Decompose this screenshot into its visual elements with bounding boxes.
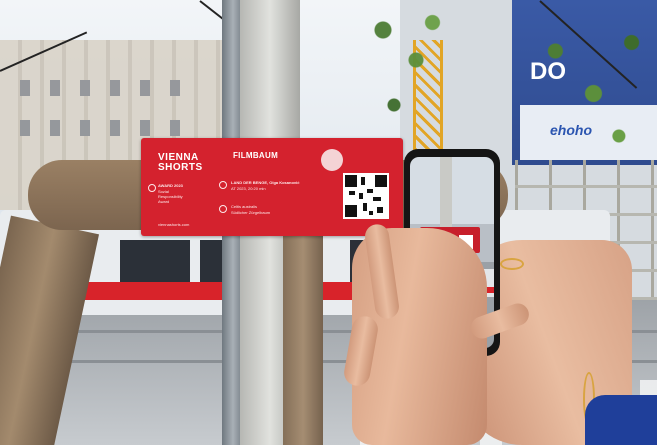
info-sign: VIENNA SHORTS FILMBAUM AWARD 2023 Sozial… — [141, 138, 403, 236]
qr-code — [343, 173, 389, 219]
award-label: AWARD 2023 — [158, 183, 183, 188]
leaf-icon — [219, 205, 227, 213]
film-title: LAND DER BENGE, Olga Kosanović — [231, 180, 300, 185]
award-icon — [148, 184, 156, 192]
ring — [500, 258, 524, 270]
wooden-stake — [283, 235, 323, 445]
award-detail: Award — [158, 199, 170, 204]
vienna-shorts-logo: VIENNA SHORTS — [158, 152, 203, 173]
tree-leaves — [350, 0, 460, 150]
left-hand — [342, 222, 487, 445]
street-photo: DO ehoho VIENNA SHORTS FILMBAUM AWARD 20… — [0, 0, 657, 445]
film-info: AT 2023, 20:20 min — [231, 186, 266, 191]
tree-species-german: Südlicher Zürgelbaum — [231, 210, 271, 215]
film-icon — [219, 181, 227, 189]
sign-badge — [321, 149, 343, 171]
sign-website: viennashorts.com — [158, 222, 190, 227]
tree-leaves — [530, 0, 657, 170]
tree-species: Celtis australis — [231, 204, 258, 209]
blue-sleeve — [585, 395, 657, 445]
sign-title: FILMBAUM — [233, 151, 279, 160]
